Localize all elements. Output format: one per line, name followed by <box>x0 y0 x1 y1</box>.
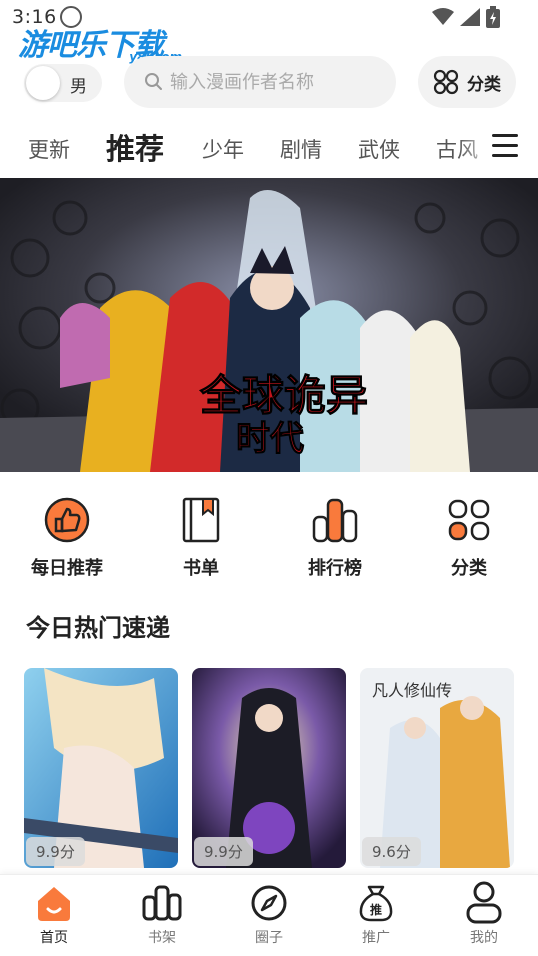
comic-card[interactable]: 凡人修仙传 9.6分 <box>360 668 514 868</box>
search-box[interactable] <box>124 56 396 108</box>
tab-wuxia[interactable]: 武侠 <box>358 134 400 164</box>
tab-bar: 更新 推荐 少年 剧情 武侠 古风 <box>0 120 538 176</box>
nav-bookshelf-label: 书架 <box>148 930 176 946</box>
signal-icon <box>460 8 480 26</box>
home-icon <box>38 887 70 921</box>
tab-recommend[interactable]: 推荐 <box>106 126 164 168</box>
quick-ranking-label: 排行榜 <box>308 558 362 579</box>
grid-icon <box>433 69 459 95</box>
gender-toggle[interactable]: 男 <box>24 64 102 102</box>
nav-mine[interactable]: 我的 <box>444 881 524 947</box>
card-score: 9.9分 <box>194 837 253 866</box>
nav-home-label: 首页 <box>40 930 68 946</box>
quick-booklist[interactable]: 书单 <box>146 494 256 580</box>
search-icon <box>145 73 162 90</box>
category-grid-icon <box>448 499 490 541</box>
gender-label: 男 <box>70 77 87 97</box>
section-title: 今日热门速递 <box>26 614 170 642</box>
card-score: 9.9分 <box>26 837 85 866</box>
category-button[interactable]: 分类 <box>418 56 516 108</box>
search-input[interactable] <box>170 56 386 108</box>
book-icon <box>182 497 220 543</box>
menu-icon[interactable] <box>492 134 518 158</box>
tab-drama[interactable]: 剧情 <box>280 134 322 164</box>
nav-circle-label: 圈子 <box>255 930 283 946</box>
quick-category-label: 分类 <box>451 558 487 579</box>
svg-text:凡人修仙传: 凡人修仙传 <box>372 681 452 700</box>
svg-text:时代: 时代 <box>236 419 304 459</box>
svg-text:全球诡异: 全球诡异 <box>199 371 368 420</box>
quick-daily-recommend[interactable]: 每日推荐 <box>12 494 122 580</box>
nav-home[interactable]: 首页 <box>14 881 94 947</box>
nav-circle[interactable]: 圈子 <box>229 881 309 947</box>
compass-icon <box>251 885 287 921</box>
quick-category[interactable]: 分类 <box>414 494 524 580</box>
banner-carousel[interactable]: 全球诡异 时代 <box>0 178 538 472</box>
wifi-icon <box>432 8 454 25</box>
category-button-label: 分类 <box>467 74 501 95</box>
tab-update[interactable]: 更新 <box>28 134 70 164</box>
status-icons <box>432 6 500 28</box>
tab-shounen[interactable]: 少年 <box>202 134 244 164</box>
svg-text:推: 推 <box>370 902 382 917</box>
battery-icon <box>486 6 500 28</box>
nav-promote-label: 推广 <box>362 930 390 946</box>
quick-ranking[interactable]: 排行榜 <box>280 494 390 580</box>
bottom-nav: 首页 书架 圈子 推 推广 我的 <box>0 874 538 956</box>
money-bag-icon: 推 <box>359 885 393 922</box>
comic-card[interactable]: 9.9分 <box>192 668 346 868</box>
banner-artwork: 全球诡异 时代 <box>0 178 538 472</box>
card-score: 9.6分 <box>362 837 421 866</box>
nav-bookshelf[interactable]: 书架 <box>122 881 202 947</box>
ranking-icon <box>312 498 358 543</box>
quick-daily-recommend-label: 每日推荐 <box>31 558 103 579</box>
nav-mine-label: 我的 <box>470 930 498 946</box>
nav-promote[interactable]: 推 推广 <box>336 881 416 947</box>
quick-booklist-label: 书单 <box>183 558 219 579</box>
user-icon <box>466 881 502 924</box>
thumbs-up-icon <box>44 497 90 543</box>
comic-card[interactable]: 9.9分 <box>24 668 178 868</box>
toggle-knob <box>26 66 60 100</box>
quick-entries: 每日推荐 书单 排行榜 分类 <box>0 494 538 584</box>
bookshelf-icon <box>142 885 182 921</box>
